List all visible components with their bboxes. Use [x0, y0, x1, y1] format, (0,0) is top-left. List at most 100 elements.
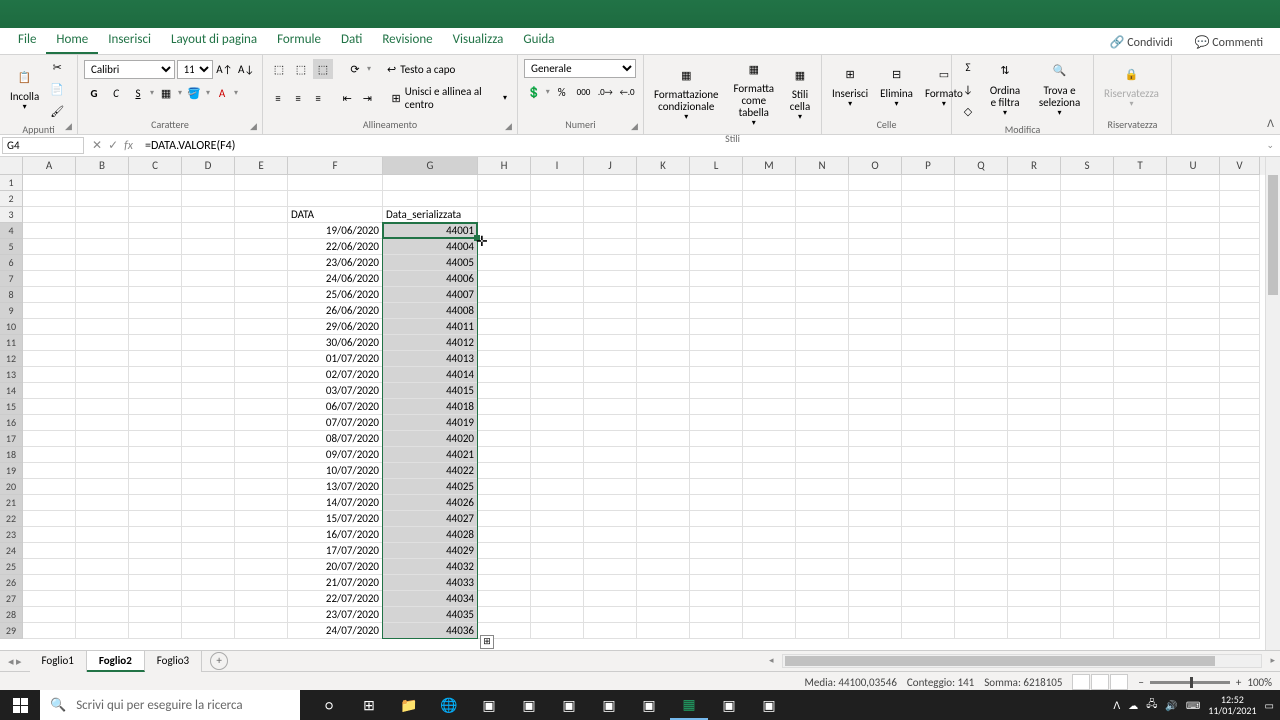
cell[interactable] [129, 223, 182, 239]
cell[interactable] [478, 575, 531, 591]
cell[interactable]: 44026 [383, 495, 478, 511]
cell[interactable] [1220, 559, 1260, 575]
cancel-formula-icon[interactable]: ✕ [92, 138, 102, 153]
cell[interactable] [902, 607, 955, 623]
cell[interactable] [584, 271, 637, 287]
cell[interactable] [690, 175, 743, 191]
cell[interactable] [1167, 207, 1220, 223]
cell[interactable] [637, 415, 690, 431]
column-headers[interactable]: ABCDEFGHIJKLMNOPQRSTUV [23, 157, 1265, 175]
cell[interactable] [1167, 527, 1220, 543]
cell[interactable] [955, 575, 1008, 591]
fill-handle[interactable] [474, 235, 480, 241]
cell[interactable] [796, 223, 849, 239]
cell[interactable] [531, 527, 584, 543]
cell[interactable] [902, 255, 955, 271]
cell[interactable] [690, 543, 743, 559]
cell[interactable] [690, 271, 743, 287]
cell[interactable] [23, 463, 76, 479]
cell[interactable] [690, 207, 743, 223]
cell[interactable] [1167, 431, 1220, 447]
cell[interactable] [796, 591, 849, 607]
cell[interactable] [955, 255, 1008, 271]
cell[interactable] [796, 575, 849, 591]
cell[interactable] [743, 463, 796, 479]
cell[interactable] [955, 239, 1008, 255]
cell[interactable] [1167, 415, 1220, 431]
cell[interactable] [1220, 271, 1260, 287]
cell[interactable] [743, 191, 796, 207]
cell[interactable] [955, 479, 1008, 495]
column-header[interactable]: J [584, 157, 637, 175]
cell[interactable] [743, 479, 796, 495]
cell[interactable] [584, 623, 637, 639]
cell[interactable] [478, 271, 531, 287]
tray-notifications-icon[interactable]: ▭ [1265, 699, 1274, 712]
cell[interactable] [955, 431, 1008, 447]
thousands-button[interactable]: 000 [574, 82, 594, 102]
cell[interactable]: 44015 [383, 383, 478, 399]
cell[interactable] [1061, 495, 1114, 511]
cell[interactable]: 09/07/2020 [288, 447, 383, 463]
cell[interactable] [743, 175, 796, 191]
cell[interactable] [637, 447, 690, 463]
cell[interactable] [478, 319, 531, 335]
cell[interactable] [1167, 255, 1220, 271]
cell[interactable] [1167, 319, 1220, 335]
cell[interactable] [531, 383, 584, 399]
cell[interactable] [1220, 207, 1260, 223]
cell[interactable] [849, 271, 902, 287]
cell[interactable] [1114, 383, 1167, 399]
cell[interactable] [478, 479, 531, 495]
zoom-control[interactable]: − + 100% [1138, 676, 1272, 689]
cell[interactable] [637, 495, 690, 511]
cell[interactable] [1114, 511, 1167, 527]
cell[interactable]: 44027 [383, 511, 478, 527]
cell[interactable] [584, 495, 637, 511]
cell[interactable] [637, 543, 690, 559]
increase-indent-button[interactable]: ⇥ [358, 88, 376, 108]
cell[interactable] [235, 543, 288, 559]
align-launcher-icon[interactable]: ◢ [505, 121, 515, 131]
cell[interactable] [76, 319, 129, 335]
view-mode-buttons[interactable] [1072, 674, 1128, 690]
cell[interactable] [478, 463, 531, 479]
cell[interactable]: 44014 [383, 367, 478, 383]
row-header[interactable]: 1 [0, 175, 23, 191]
cell[interactable] [531, 607, 584, 623]
cell[interactable] [743, 335, 796, 351]
cell[interactable] [478, 191, 531, 207]
cell[interactable] [1008, 255, 1061, 271]
cell[interactable] [690, 559, 743, 575]
row-headers[interactable]: 1234567891011121314151617181920212223242… [0, 175, 23, 650]
cell[interactable] [584, 335, 637, 351]
autosum-button[interactable]: Σ [958, 57, 978, 77]
cell[interactable] [1114, 287, 1167, 303]
cell[interactable] [1220, 511, 1260, 527]
cell[interactable] [76, 287, 129, 303]
cell[interactable]: 24/06/2020 [288, 271, 383, 287]
cell[interactable] [1114, 335, 1167, 351]
fill-button[interactable]: ↓ [958, 79, 978, 99]
row-header[interactable]: 25 [0, 559, 23, 575]
cell[interactable] [584, 287, 637, 303]
cell[interactable] [584, 575, 637, 591]
cell[interactable] [849, 431, 902, 447]
scroll-thumb[interactable] [1268, 175, 1278, 295]
cell[interactable] [902, 351, 955, 367]
borders-button[interactable]: ▦ [156, 83, 176, 103]
cell[interactable] [902, 559, 955, 575]
cell[interactable]: 44007 [383, 287, 478, 303]
cell[interactable]: 44021 [383, 447, 478, 463]
decrease-indent-button[interactable]: ⇤ [338, 88, 356, 108]
cell[interactable] [584, 511, 637, 527]
cell[interactable] [129, 559, 182, 575]
cell[interactable] [531, 303, 584, 319]
cell[interactable] [76, 527, 129, 543]
cell[interactable] [1061, 559, 1114, 575]
cell[interactable] [1220, 591, 1260, 607]
number-launcher-icon[interactable]: ◢ [631, 121, 641, 131]
cell[interactable] [1114, 399, 1167, 415]
cell[interactable] [23, 335, 76, 351]
cell[interactable] [129, 351, 182, 367]
